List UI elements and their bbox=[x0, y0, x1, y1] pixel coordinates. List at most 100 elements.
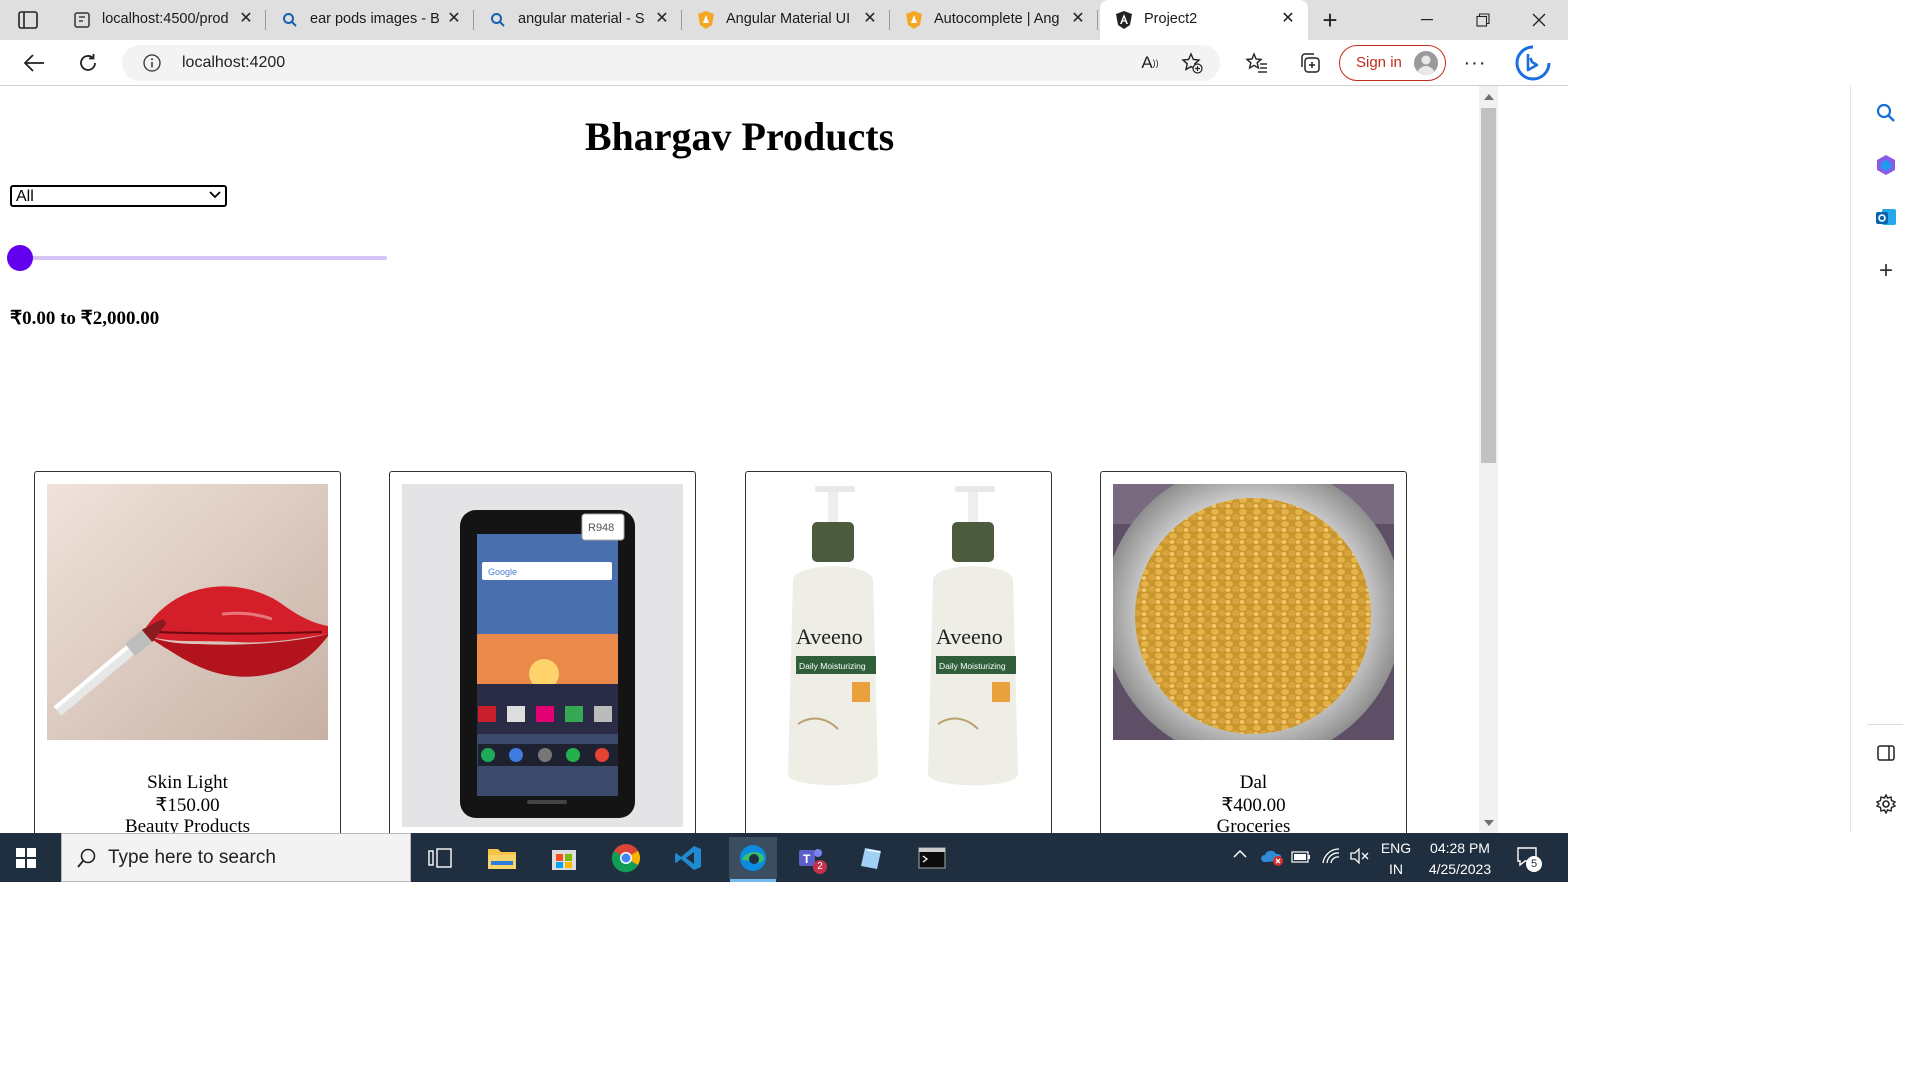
back-icon[interactable] bbox=[20, 49, 48, 77]
favorites-icon[interactable] bbox=[1243, 49, 1271, 77]
chevron-down-icon bbox=[209, 188, 221, 203]
outlook-icon[interactable] bbox=[1873, 204, 1899, 230]
add-favorite-icon[interactable] bbox=[1180, 52, 1204, 74]
product-name: Skin Light bbox=[147, 772, 228, 793]
product-price: ₹400.00 bbox=[1221, 795, 1286, 816]
close-icon[interactable]: ✕ bbox=[1068, 9, 1088, 29]
wifi-icon[interactable] bbox=[1321, 847, 1341, 868]
product-image-phone: Google R948 bbox=[402, 484, 683, 827]
close-icon[interactable]: ✕ bbox=[1278, 9, 1298, 29]
product-card[interactable]: Google R948 bbox=[389, 471, 696, 833]
add-icon[interactable]: + bbox=[1873, 257, 1899, 284]
language-indicator[interactable]: ENG IN bbox=[1380, 838, 1412, 880]
language-top: ENG bbox=[1380, 840, 1412, 856]
clock-time: 04:28 PM bbox=[1430, 840, 1490, 856]
close-icon[interactable]: ✕ bbox=[860, 9, 880, 29]
close-icon[interactable]: ✕ bbox=[444, 9, 464, 29]
svg-text:Aveeno: Aveeno bbox=[936, 624, 1003, 649]
sidebar-toggle-icon[interactable] bbox=[1873, 740, 1899, 766]
windows-start-icon[interactable] bbox=[14, 846, 38, 870]
tab-angular-material-search[interactable]: angular material - S ✕ bbox=[474, 0, 682, 40]
tab-ear-pods[interactable]: ear pods images - B ✕ bbox=[266, 0, 474, 40]
clock-date: 4/25/2023 bbox=[1428, 861, 1492, 877]
search-icon bbox=[76, 847, 98, 875]
terminal-icon[interactable] bbox=[913, 840, 951, 876]
search-icon bbox=[488, 10, 508, 30]
close-window-icon[interactable] bbox=[1522, 8, 1556, 32]
sign-in-button[interactable]: Sign in bbox=[1339, 45, 1446, 81]
page-content: Bhargav Products All ₹0.00 to ₹2,000.00 … bbox=[0, 86, 1479, 833]
vscode-icon[interactable] bbox=[669, 840, 707, 876]
read-aloud-icon[interactable]: A)) bbox=[1138, 52, 1162, 74]
teams-icon[interactable]: T 2 bbox=[791, 840, 829, 876]
new-tab-icon[interactable]: + bbox=[1316, 5, 1344, 35]
chrome-icon[interactable] bbox=[607, 840, 645, 876]
tab-localhost-4500[interactable]: localhost:4500/prod ✕ bbox=[58, 0, 266, 40]
notifications-badge: 5 bbox=[1526, 856, 1542, 872]
url-text[interactable]: localhost:4200 bbox=[182, 54, 285, 72]
file-explorer-icon[interactable] bbox=[483, 840, 521, 876]
sign-in-label: Sign in bbox=[1356, 54, 1402, 71]
scroll-down-icon[interactable] bbox=[1484, 820, 1494, 826]
clock[interactable]: 04:28 PM 4/25/2023 bbox=[1422, 838, 1498, 880]
svg-text:Aveeno: Aveeno bbox=[796, 624, 863, 649]
onedrive-icon[interactable] bbox=[1259, 848, 1285, 869]
notifications-icon[interactable]: 5 bbox=[1516, 846, 1542, 872]
restore-icon[interactable] bbox=[1466, 8, 1500, 32]
microsoft-store-icon[interactable] bbox=[545, 840, 583, 876]
notepad-icon[interactable] bbox=[853, 840, 891, 876]
teams-badge: 2 bbox=[813, 860, 827, 874]
url-bar[interactable]: localhost:4200 A)) bbox=[122, 45, 1220, 81]
minimize-icon[interactable] bbox=[1410, 8, 1444, 32]
product-card[interactable]: Aveeno Daily Moisturizing Aveeno Daily M… bbox=[745, 471, 1052, 833]
tab-angular-material-ui[interactable]: Angular Material UI ✕ bbox=[682, 0, 890, 40]
category-select[interactable]: All bbox=[10, 185, 227, 207]
avatar bbox=[1414, 51, 1438, 75]
refresh-icon[interactable] bbox=[74, 49, 102, 77]
volume-muted-icon[interactable] bbox=[1349, 847, 1369, 867]
shield-icon bbox=[904, 10, 924, 30]
page-title: Bhargav Products bbox=[584, 114, 895, 159]
edge-icon[interactable] bbox=[729, 837, 777, 879]
language-bottom: IN bbox=[1389, 861, 1403, 877]
search-icon[interactable] bbox=[1873, 100, 1899, 126]
product-card[interactable]: Dal ₹400.00 Groceries bbox=[1100, 471, 1407, 833]
price-range-label: ₹0.00 to ₹2,000.00 bbox=[10, 308, 160, 329]
browser-tab-bar: localhost:4500/prod ✕ ear pods images - … bbox=[0, 0, 1568, 40]
edge-sidebar: + bbox=[1850, 86, 1920, 833]
windows-taskbar: Type here to search T 2 ENG IN 04:28 PM … bbox=[0, 833, 1568, 882]
copilot-icon[interactable] bbox=[1873, 152, 1899, 178]
taskbar-search-box[interactable]: Type here to search bbox=[61, 833, 411, 882]
close-icon[interactable]: ✕ bbox=[236, 9, 256, 29]
shield-icon bbox=[696, 10, 716, 30]
more-icon[interactable]: ··· bbox=[1462, 49, 1488, 77]
price-slider-track[interactable] bbox=[20, 256, 387, 260]
task-view-icon[interactable] bbox=[421, 840, 459, 876]
bing-icon[interactable] bbox=[1512, 43, 1554, 83]
close-icon[interactable]: ✕ bbox=[652, 9, 672, 29]
svg-text:Google: Google bbox=[488, 567, 517, 577]
product-category: Beauty Products bbox=[124, 816, 251, 833]
settings-icon[interactable] bbox=[1873, 791, 1899, 817]
scroll-up-icon[interactable] bbox=[1484, 94, 1494, 100]
collections-icon[interactable] bbox=[1296, 49, 1324, 77]
scrollbar-thumb[interactable] bbox=[1481, 108, 1496, 463]
battery-icon[interactable] bbox=[1291, 850, 1311, 867]
show-hidden-icons[interactable] bbox=[1233, 846, 1247, 862]
tab-label: Autocomplete | Ang bbox=[934, 11, 1060, 27]
svg-text:R948: R948 bbox=[588, 522, 614, 534]
tab-label: localhost:4500/prod bbox=[102, 11, 229, 27]
info-icon[interactable] bbox=[142, 53, 162, 73]
product-image-lipstick bbox=[47, 484, 328, 740]
tab-label: Angular Material UI bbox=[726, 11, 851, 27]
svg-text:Daily Moisturizing: Daily Moisturizing bbox=[799, 661, 866, 671]
price-slider-thumb[interactable] bbox=[7, 245, 33, 271]
product-category: Groceries bbox=[1216, 816, 1291, 833]
tab-actions-icon[interactable] bbox=[16, 9, 40, 31]
product-image-dal bbox=[1113, 484, 1394, 740]
address-toolbar: localhost:4200 A)) Sign in ··· bbox=[0, 40, 1568, 86]
tab-project2[interactable]: Project2 ✕ bbox=[1100, 0, 1308, 40]
product-card[interactable]: Skin Light ₹150.00 Beauty Products bbox=[34, 471, 341, 833]
tab-autocomplete[interactable]: Autocomplete | Ang ✕ bbox=[890, 0, 1098, 40]
tab-label: Project2 bbox=[1144, 11, 1198, 27]
